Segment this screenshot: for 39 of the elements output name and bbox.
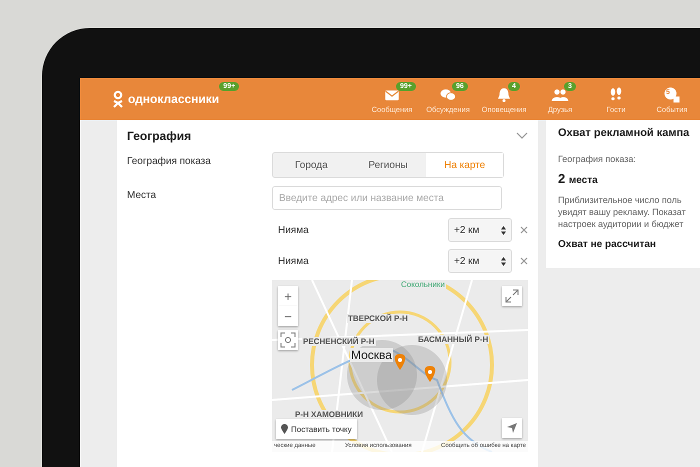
- place-name: Нияма: [277, 224, 310, 236]
- map-pin-icon[interactable]: [424, 366, 436, 382]
- radius-select[interactable]: +2 км: [448, 218, 512, 242]
- events-icon: [663, 86, 681, 104]
- map-label: ТВЕРСКОЙ Р-Н: [347, 314, 409, 323]
- map-label: Москва: [350, 348, 393, 362]
- radius-select[interactable]: +2 км: [448, 249, 512, 273]
- segment-tab[interactable]: Города: [273, 153, 350, 177]
- field-label: География показа: [127, 155, 212, 169]
- stepper-arrows-icon: [501, 256, 506, 266]
- locate-icon[interactable]: [278, 330, 298, 350]
- close-icon[interactable]: [520, 226, 528, 234]
- fullscreen-icon[interactable]: [502, 286, 522, 306]
- card-title: Охват рекламной кампа: [558, 126, 690, 141]
- section-title: География: [127, 129, 192, 143]
- reach-status: Охват не рассчитан: [558, 239, 657, 250]
- description-line: Приблизительное число поль: [558, 194, 683, 206]
- bell-icon: [495, 86, 513, 104]
- zoom-out-button[interactable]: −: [278, 306, 298, 326]
- map-label: Сокольники: [400, 280, 446, 289]
- zoom-in-button[interactable]: +: [278, 286, 298, 306]
- place-name: Нияма: [277, 256, 310, 266]
- description-line: увидят вашу рекламу. Показат: [558, 206, 687, 218]
- segment-tab[interactable]: Регионы: [350, 153, 426, 177]
- field-label: Места: [127, 189, 158, 203]
- stepper-arrows-icon: [501, 226, 506, 234]
- map-label: Р-Н ХАМОВНИКИ: [294, 410, 364, 419]
- map-pin-icon[interactable]: [394, 354, 406, 370]
- map-label: БАСМАННЫЙ Р-Н: [417, 335, 490, 344]
- places-count: 2 места: [558, 171, 599, 186]
- chevron-icon[interactable]: [516, 132, 528, 140]
- map-label: РЕСНЕНСКИЙ Р-Н: [302, 337, 376, 346]
- address-input[interactable]: Введите адрес или название места: [272, 186, 502, 210]
- logo-icon: [112, 90, 124, 108]
- location-pin-icon: [281, 424, 288, 434]
- close-icon[interactable]: [520, 257, 528, 265]
- place-point-button[interactable]: Поставить точку: [276, 419, 357, 439]
- field-label: География показа:: [558, 154, 637, 164]
- description-line: настроек аудитории и бюджет: [558, 218, 684, 230]
